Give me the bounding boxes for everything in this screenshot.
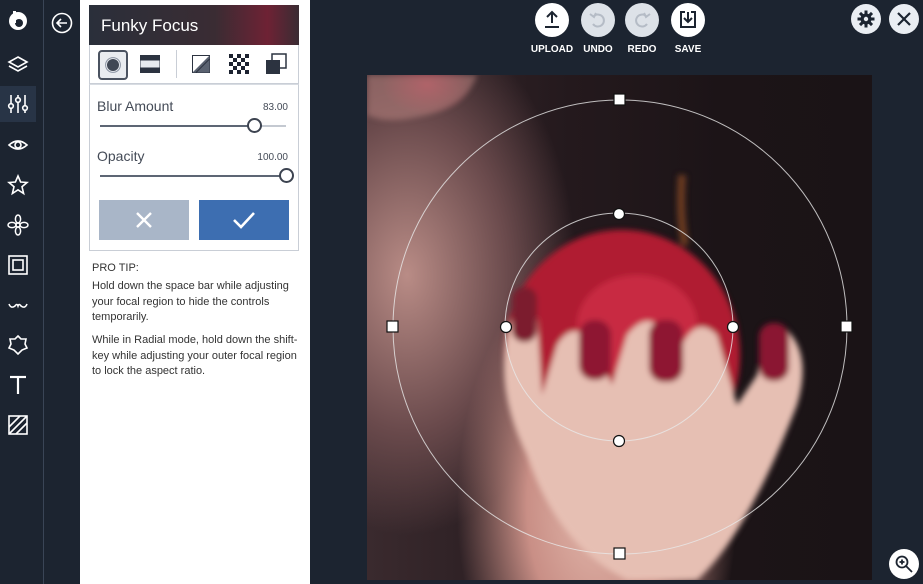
badge-icon[interactable]: [0, 327, 36, 363]
focus-controls: Blur Amount 83.00 Opacity 100.00: [89, 84, 299, 251]
undo-label: UNDO: [583, 44, 613, 55]
panel-header: Funky Focus: [89, 5, 299, 45]
effect-panel: Funky Focus Blur Amount 83.00 Opacity 10…: [80, 0, 310, 584]
rail-divider: [43, 0, 44, 584]
blend-mode-icon[interactable]: [262, 50, 290, 78]
toolbar-separator: [176, 50, 177, 78]
left-tool-rail: [0, 0, 36, 584]
redo-button[interactable]: [625, 3, 659, 37]
zoom-in-icon: [895, 555, 913, 573]
frame-icon[interactable]: [0, 247, 36, 283]
save-label: SAVE: [674, 44, 702, 55]
undo-button[interactable]: [581, 3, 615, 37]
apply-button[interactable]: [199, 200, 289, 240]
focus-mode-toolbar: [89, 45, 299, 84]
settings-button[interactable]: [851, 4, 881, 34]
flower-icon[interactable]: [0, 207, 36, 243]
upload-button[interactable]: [535, 3, 569, 37]
photo-image: [367, 75, 803, 580]
text-icon[interactable]: [0, 367, 36, 403]
close-icon: [897, 12, 911, 26]
radial-mode-icon[interactable]: [98, 50, 128, 80]
mustache-icon[interactable]: [0, 287, 36, 323]
close-button[interactable]: [889, 4, 919, 34]
linear-mode-icon[interactable]: [136, 50, 164, 78]
save-icon: [680, 11, 696, 28]
blur-amount-fill: [100, 125, 255, 127]
opacity-handle[interactable]: [279, 168, 294, 183]
logo-icon[interactable]: [0, 2, 36, 38]
transparency-icon[interactable]: [225, 50, 253, 78]
panel-title: Funky Focus: [101, 16, 199, 35]
photo-canvas[interactable]: [367, 75, 872, 580]
blur-amount-handle[interactable]: [247, 118, 263, 133]
pro-tip-heading: PRO TIP:: [92, 262, 139, 274]
redo-icon: [635, 12, 651, 28]
back-icon[interactable]: [51, 12, 73, 34]
close-icon: [136, 212, 152, 228]
layers-icon[interactable]: [0, 47, 36, 83]
gradient-icon[interactable]: [187, 50, 215, 78]
blur-amount-slider[interactable]: [100, 118, 286, 133]
texture-icon[interactable]: [0, 407, 36, 443]
zoom-button[interactable]: [889, 549, 919, 579]
undo-icon: [589, 12, 605, 28]
opacity-label: Opacity: [97, 148, 145, 164]
save-button[interactable]: [671, 3, 705, 37]
opacity-slider[interactable]: [100, 168, 294, 183]
adjustments-icon[interactable]: [0, 86, 36, 122]
upload-label: UPLOAD: [530, 44, 574, 55]
star-icon[interactable]: [0, 167, 36, 203]
opacity-fill: [100, 175, 286, 177]
cancel-button[interactable]: [99, 200, 189, 240]
upload-icon: [545, 10, 559, 28]
opacity-value: 100.00: [257, 152, 288, 163]
blur-amount-value: 83.00: [262, 102, 288, 113]
pro-tip-text: Hold down the space bar while adjusting …: [92, 280, 289, 323]
checkmark-icon: [233, 212, 255, 229]
eye-icon[interactable]: [0, 127, 36, 163]
gear-icon: [857, 10, 875, 28]
blur-amount-label: Blur Amount: [97, 98, 174, 114]
redo-label: REDO: [627, 44, 657, 55]
pro-tip-text: While in Radial mode, hold down the shif…: [92, 334, 298, 377]
